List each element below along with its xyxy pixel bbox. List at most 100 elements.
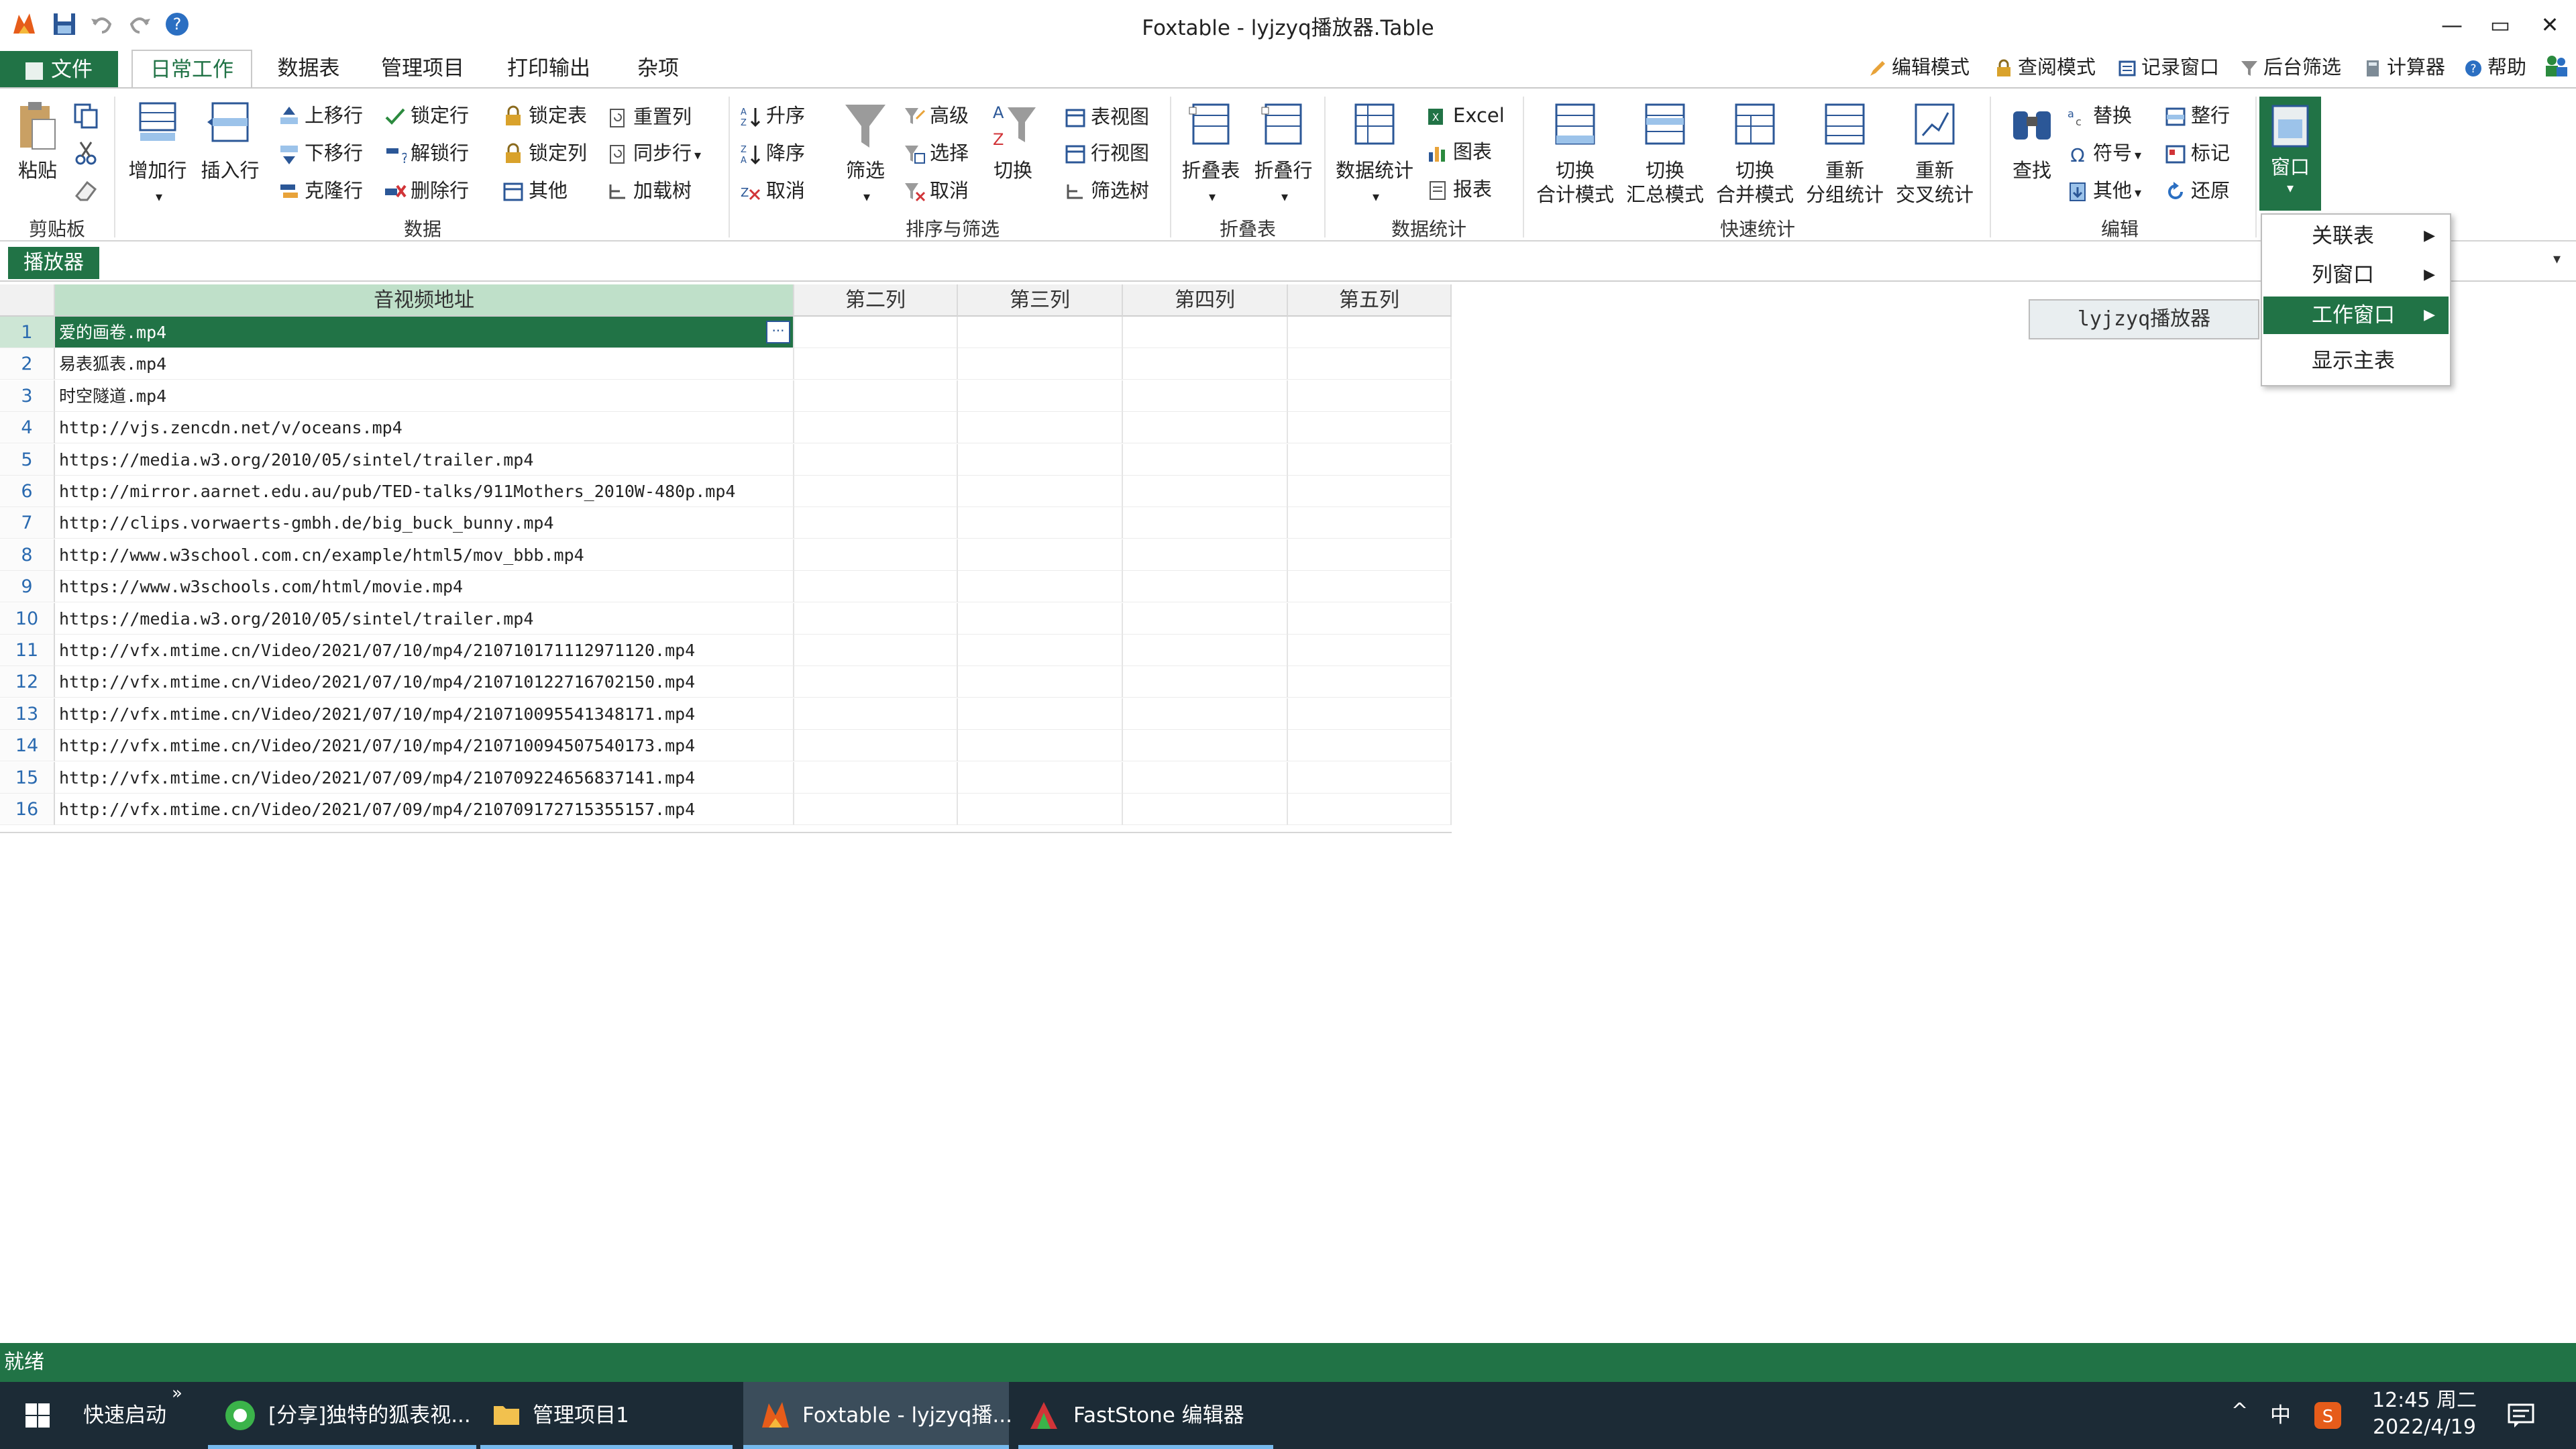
filter-tree-button[interactable]: 筛选树 xyxy=(1064,176,1149,205)
cell-empty[interactable] xyxy=(1123,666,1288,698)
row-number[interactable]: 11 xyxy=(0,635,55,666)
advanced-filter-button[interactable]: 高级 xyxy=(903,101,969,130)
cell-empty[interactable] xyxy=(1288,698,1452,730)
file-menu-button[interactable]: 文件 xyxy=(0,51,118,87)
report-button[interactable]: 报表 xyxy=(1426,174,1492,204)
row-number[interactable]: 8 xyxy=(0,539,55,571)
column-header-url[interactable]: 音视频地址 xyxy=(55,284,794,317)
row-number[interactable]: 6 xyxy=(0,476,55,507)
tab-misc[interactable]: 杂项 xyxy=(621,50,695,87)
cell-empty[interactable] xyxy=(1288,412,1452,443)
cell-empty[interactable] xyxy=(1288,317,1452,348)
cell-empty[interactable] xyxy=(1123,603,1288,635)
cell-empty[interactable] xyxy=(794,380,958,412)
quick-launch-label[interactable]: 快速启动 xyxy=(83,1382,166,1449)
cell-empty[interactable] xyxy=(1123,794,1288,825)
cell-empty[interactable] xyxy=(1288,476,1452,507)
cell-url[interactable]: http://clips.vorwaerts-gmbh.de/big_buck_… xyxy=(55,507,794,539)
cell-empty[interactable] xyxy=(794,571,958,602)
fold-row-button[interactable]: 折叠行 ▾ xyxy=(1246,98,1320,209)
view-mode-button[interactable]: 查阅模式 xyxy=(1994,52,2096,82)
chart-button[interactable]: 图表 xyxy=(1426,137,1492,166)
insert-row-button[interactable]: 插入行 xyxy=(193,98,267,182)
cell-empty[interactable] xyxy=(1123,444,1288,476)
whole-row-button[interactable]: 整行 xyxy=(2164,101,2230,130)
submenu-item-player[interactable]: lyjzyq播放器 xyxy=(2030,301,2258,338)
row-number[interactable]: 13 xyxy=(0,698,55,730)
tray-up-chevron-icon[interactable]: ^ xyxy=(2231,1399,2248,1423)
cell-empty[interactable] xyxy=(794,730,958,761)
cell-url[interactable]: 爱的画卷.mp4 ··· xyxy=(55,317,794,348)
row-number[interactable]: 10 xyxy=(0,603,55,635)
sogou-ime-icon[interactable]: S xyxy=(2313,1401,2343,1430)
cell-empty[interactable] xyxy=(1288,380,1452,412)
cell-empty[interactable] xyxy=(958,666,1123,698)
cell-empty[interactable] xyxy=(1123,476,1288,507)
tab-manage-project[interactable]: 管理项目 xyxy=(369,50,476,87)
window-button[interactable]: 窗口 ▾ xyxy=(2259,97,2321,211)
eraser-icon[interactable] xyxy=(71,176,101,205)
cell-url[interactable]: https://www.w3schools.com/html/movie.mp4 xyxy=(55,571,794,602)
replace-button[interactable]: a c 替换 xyxy=(2066,101,2132,130)
lock-column-button[interactable]: 锁定列 xyxy=(502,138,587,168)
cell-url[interactable]: http://mirror.aarnet.edu.au/pub/TED-talk… xyxy=(55,476,794,507)
cell-empty[interactable] xyxy=(1123,507,1288,539)
cell-empty[interactable] xyxy=(958,476,1123,507)
cell-empty[interactable] xyxy=(794,666,958,698)
cell-empty[interactable] xyxy=(958,507,1123,539)
tab-daily-work[interactable]: 日常工作 xyxy=(131,50,252,87)
cell-empty[interactable] xyxy=(958,571,1123,602)
cell-url[interactable]: 时空隧道.mp4 xyxy=(55,380,794,412)
symbol-button[interactable]: Ω 符号 ▾ xyxy=(2066,138,2141,168)
row-number[interactable]: 2 xyxy=(0,348,55,380)
cell-empty[interactable] xyxy=(794,317,958,348)
cell-empty[interactable] xyxy=(958,317,1123,348)
other-data-button[interactable]: 其他 xyxy=(502,176,568,205)
cell-empty[interactable] xyxy=(794,794,958,825)
cell-empty[interactable] xyxy=(794,698,958,730)
reset-column-button[interactable]: 重置列 xyxy=(606,102,692,131)
load-tree-button[interactable]: 加载树 xyxy=(606,176,692,205)
cell-empty[interactable] xyxy=(1123,571,1288,602)
edit-mode-button[interactable]: 编辑模式 xyxy=(1868,52,1970,82)
data-stats-button[interactable]: 数据统计 ▾ xyxy=(1331,98,1418,209)
cell-empty[interactable] xyxy=(1123,412,1288,443)
cell-ellipsis-button[interactable]: ··· xyxy=(766,321,790,343)
sheet-strip-dropdown-arrow[interactable]: ▾ xyxy=(2553,251,2561,268)
cell-empty[interactable] xyxy=(1288,444,1452,476)
tab-print-output[interactable]: 打印输出 xyxy=(495,50,602,87)
cell-empty[interactable] xyxy=(794,762,958,794)
row-number[interactable]: 7 xyxy=(0,507,55,539)
sort-desc-button[interactable]: Z A 降序 xyxy=(739,138,805,168)
menu-item-show-main-table[interactable]: 显示主表 xyxy=(2263,342,2449,380)
unlock-row-button[interactable]: ?解锁行 xyxy=(384,138,469,168)
fold-table-button[interactable]: 折叠表 ▾ xyxy=(1174,98,1248,209)
cell-url[interactable]: https://media.w3.org/2010/05/sintel/trai… xyxy=(55,603,794,635)
row-number[interactable]: 14 xyxy=(0,730,55,761)
cell-empty[interactable] xyxy=(794,476,958,507)
tab-datatable[interactable]: 数据表 xyxy=(262,50,356,87)
cell-url[interactable]: http://vfx.mtime.cn/Video/2021/07/10/mp4… xyxy=(55,730,794,761)
notification-icon[interactable] xyxy=(2506,1402,2536,1429)
cell-empty[interactable] xyxy=(794,348,958,380)
cell-empty[interactable] xyxy=(958,730,1123,761)
restore-data-button[interactable]: 还原 xyxy=(2164,176,2230,205)
grid-corner[interactable] xyxy=(0,284,55,317)
clone-row-button[interactable]: 克隆行 xyxy=(278,176,363,205)
menu-item-column-window[interactable]: 列窗口 ▶ xyxy=(2263,256,2449,294)
find-button[interactable]: 查找 xyxy=(1995,98,2069,182)
cell-url[interactable]: http://vfx.mtime.cn/Video/2021/07/09/mp4… xyxy=(55,762,794,794)
cell-empty[interactable] xyxy=(794,539,958,571)
cut-icon[interactable] xyxy=(71,138,101,168)
cell-empty[interactable] xyxy=(1288,539,1452,571)
sync-row-button[interactable]: 同步行 ▾ xyxy=(606,138,701,168)
cell-empty[interactable] xyxy=(794,635,958,666)
row-number[interactable]: 4 xyxy=(0,412,55,443)
add-row-button[interactable]: 增加行 ▾ xyxy=(121,98,195,209)
recross-stats-button[interactable]: 重新 交叉统计 xyxy=(1889,98,1980,207)
switch-summary-mode-button[interactable]: 切换 汇总模式 xyxy=(1619,98,1711,207)
select-filter-button[interactable]: 选择 xyxy=(903,138,969,168)
record-window-button[interactable]: 记录窗口 xyxy=(2117,52,2219,82)
windows-start-icon[interactable] xyxy=(24,1402,51,1429)
row-number[interactable]: 9 xyxy=(0,571,55,602)
